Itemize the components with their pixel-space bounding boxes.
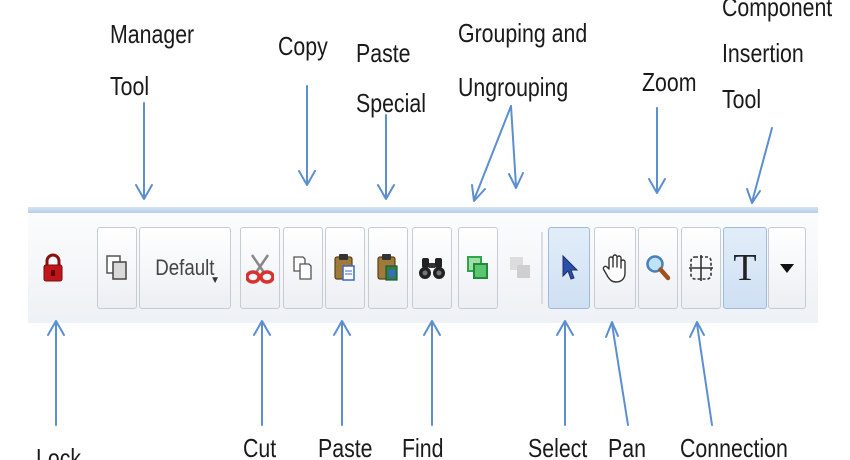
pan-button[interactable] xyxy=(594,227,636,309)
component-insertion-dropdown[interactable] xyxy=(768,227,806,309)
label-copy: Copy xyxy=(278,31,328,61)
paste-special-icon xyxy=(376,253,400,283)
arrow-connection xyxy=(689,321,713,426)
connection-icon xyxy=(687,253,715,283)
lock-button[interactable] xyxy=(38,227,68,309)
cut-button[interactable] xyxy=(240,227,280,309)
find-button[interactable] xyxy=(412,227,452,309)
label-cut: Cut xyxy=(243,433,277,460)
pointer-icon xyxy=(559,254,579,282)
default-select-value: Default xyxy=(155,255,215,280)
label-grouping: Grouping and Ungrouping xyxy=(458,6,587,114)
arrow-paste xyxy=(333,320,351,426)
copy-icon xyxy=(292,255,314,281)
chevron-down-icon: ▼ xyxy=(210,275,220,286)
label-component-insertion-text: Component Insertion Tool xyxy=(722,0,833,114)
label-grouping-text: Grouping and Ungrouping xyxy=(458,18,588,102)
toolbar-separator xyxy=(541,232,543,304)
component-insertion-button[interactable]: T xyxy=(723,227,767,309)
arrow-zoom xyxy=(648,107,666,194)
dropdown-arrow-icon xyxy=(779,262,795,274)
label-component-insertion: Component Insertion Tool xyxy=(722,0,832,122)
arrow-cut xyxy=(253,320,271,426)
select-button[interactable] xyxy=(548,227,590,309)
label-select: Select xyxy=(528,433,588,460)
paste-icon xyxy=(333,253,357,283)
hand-icon xyxy=(601,252,629,284)
connection-button[interactable] xyxy=(681,227,721,309)
paste-button[interactable] xyxy=(325,227,365,309)
scissors-icon xyxy=(246,252,274,284)
arrow-ungroup xyxy=(508,105,524,189)
label-zoom: Zoom xyxy=(642,67,697,97)
label-paste-special: Paste Special xyxy=(356,28,426,128)
arrow-copy xyxy=(298,85,316,186)
label-manager-tool-text: Manager Tool xyxy=(110,19,195,101)
text-tool-icon: T xyxy=(733,247,757,289)
toolbar-diagram: Manager Tool Copy Paste Special Grouping… xyxy=(0,0,850,460)
arrow-select xyxy=(556,320,574,426)
manager-tool-button[interactable] xyxy=(97,227,137,309)
arrow-lock xyxy=(47,320,65,426)
ungroup-button[interactable] xyxy=(500,227,540,309)
arrow-component-insertion xyxy=(746,127,773,204)
label-paste-special-text: Paste Special xyxy=(356,38,426,118)
zoom-button[interactable] xyxy=(638,227,678,309)
label-manager-tool: Manager Tool xyxy=(110,8,194,112)
label-paste: Paste xyxy=(318,433,373,460)
ungroup-icon xyxy=(508,255,532,281)
group-icon xyxy=(466,255,490,281)
lock-icon xyxy=(42,253,64,283)
arrow-manager-tool xyxy=(135,102,153,200)
default-select[interactable]: Default ▼ xyxy=(139,227,231,309)
copy-button[interactable] xyxy=(283,227,323,309)
label-lock: Lock xyxy=(36,443,82,460)
paste-special-button[interactable] xyxy=(368,227,408,309)
arrow-pan xyxy=(605,321,629,426)
label-pan: Pan xyxy=(608,433,646,460)
group-button[interactable] xyxy=(458,227,498,309)
label-connection: Connection xyxy=(680,433,788,460)
label-find: Find xyxy=(402,433,444,460)
arrow-group xyxy=(471,105,512,202)
magnifier-icon xyxy=(645,254,671,282)
arrow-find xyxy=(423,320,441,426)
manager-icon xyxy=(105,254,129,282)
binoculars-icon xyxy=(418,255,446,281)
